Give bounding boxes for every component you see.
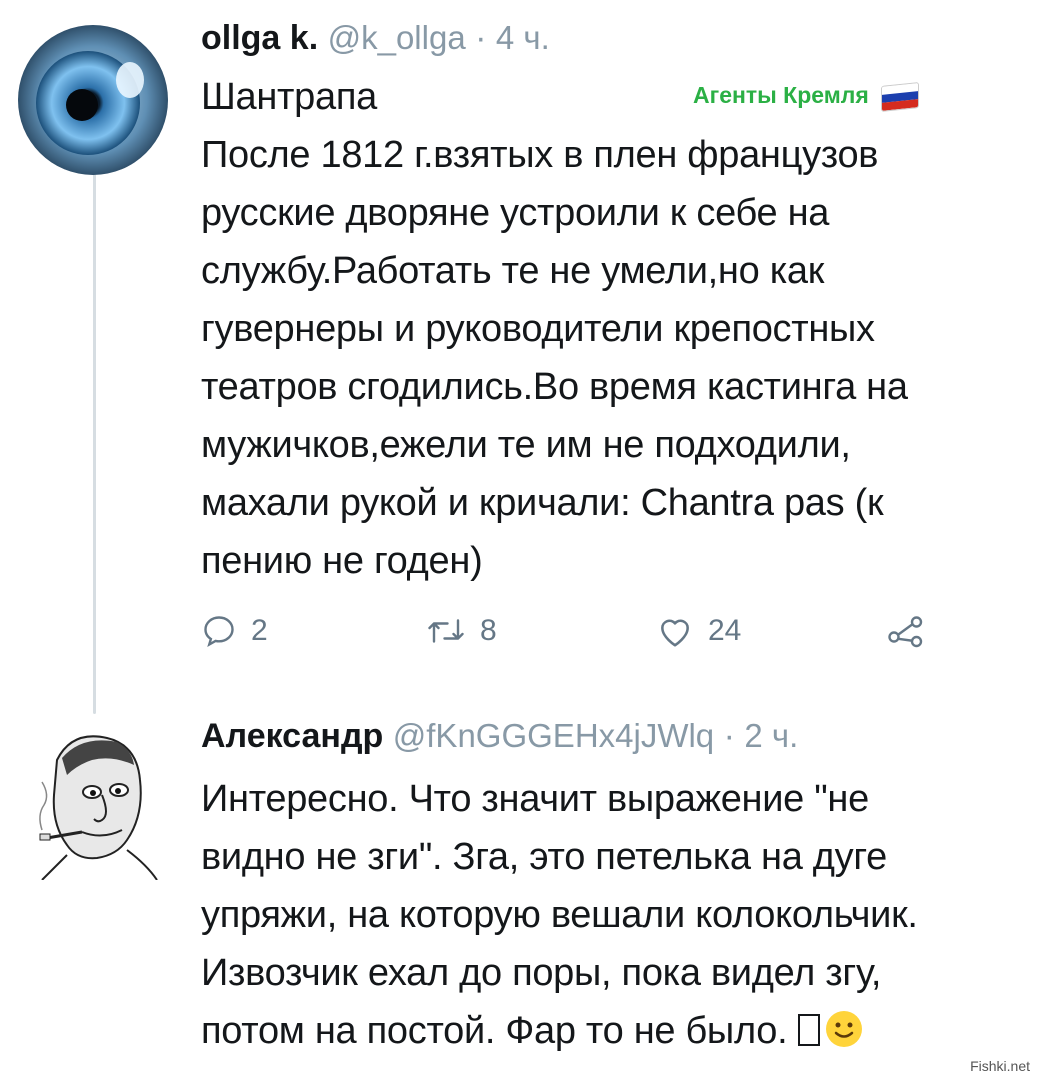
share-icon (888, 616, 923, 648)
retweet-count: 8 (480, 614, 497, 647)
author-handle[interactable]: @fKnGGGEHx4jJWlq (393, 717, 714, 754)
author-name[interactable]: ollga k. (201, 19, 318, 57)
reply-count: 2 (251, 614, 268, 647)
overlay-tag: Агенты Кремля (693, 81, 920, 112)
caricature-avatar-image (22, 720, 162, 880)
tweet-text-body: Интересно. Что значит выражение "не видн… (201, 778, 918, 1052)
avatar-aleksandr[interactable] (22, 720, 162, 880)
avatar-ollga[interactable] (18, 25, 168, 175)
share-button[interactable] (886, 608, 926, 654)
reply-icon (204, 616, 234, 648)
like-button[interactable]: 24 (656, 608, 741, 654)
tweet-actions: 2 8 24 (201, 608, 941, 654)
like-count: 24 (708, 614, 742, 647)
tweet-header: ollga k. @k_ollga · 4 ч. (201, 18, 1038, 58)
overlay-tag-text: Агенты Кремля (693, 82, 869, 108)
tweet-aleksandr[interactable]: Александр @fKnGGGEHx4jJWlq · 2 ч. Интере… (201, 716, 1038, 1060)
author-name[interactable]: Александр (201, 717, 383, 755)
missing-glyph-icon (797, 1014, 820, 1046)
tweet-time[interactable]: 2 ч. (744, 717, 798, 754)
tweet-header: Александр @fKnGGGEHx4jJWlq · 2 ч. (201, 716, 1038, 756)
retweet-button[interactable]: 8 (426, 608, 497, 654)
russian-flag-icon (881, 81, 920, 112)
site-watermark: Fishki.net (966, 1058, 1034, 1074)
meta-separator: · (475, 19, 487, 57)
thread-connector-line (93, 174, 96, 714)
retweet-icon (428, 619, 464, 643)
smiley-emoji-icon (825, 1011, 862, 1047)
tweet-text: Шантрапа После 1812 г.взятых в плен фран… (201, 76, 908, 582)
reply-button[interactable]: 2 (201, 608, 268, 654)
eye-avatar-image (18, 25, 168, 175)
tweet-text: Интересно. Что значит выражение "не видн… (201, 770, 1038, 1060)
author-handle[interactable]: @k_ollga (328, 19, 466, 56)
meta-separator: · (723, 717, 735, 755)
tweet-time[interactable]: 4 ч. (496, 19, 550, 56)
like-icon (661, 619, 689, 647)
